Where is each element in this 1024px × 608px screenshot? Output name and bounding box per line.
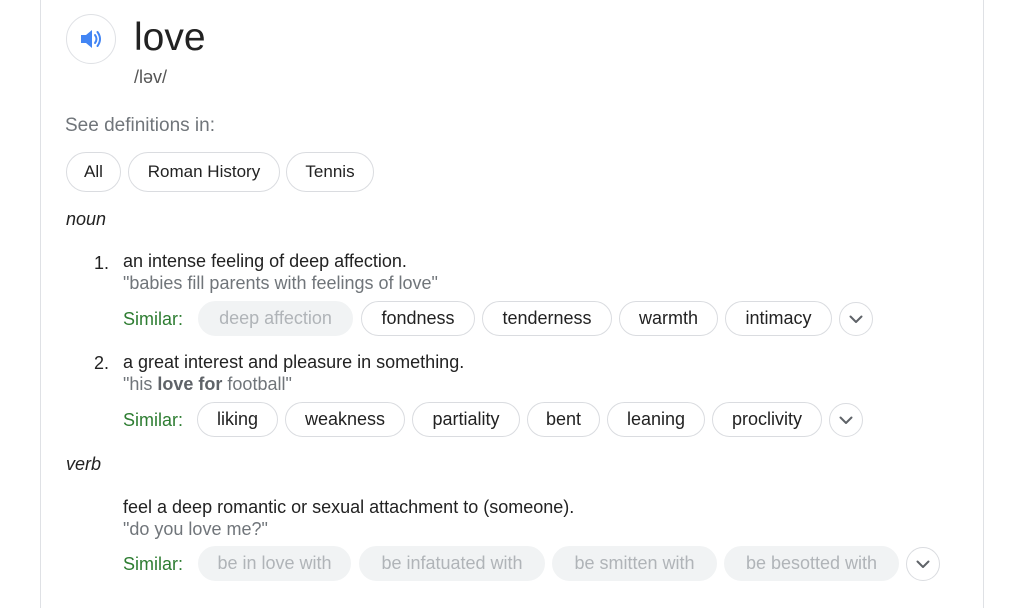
- definition-text: feel a deep romantic or sexual attachmen…: [123, 497, 575, 517]
- synonym-chip[interactable]: be infatuated with: [359, 546, 545, 581]
- synonym-chip[interactable]: fondness: [361, 301, 475, 336]
- definition-filter-chip-all[interactable]: All: [66, 152, 121, 192]
- expand-synonyms-button[interactable]: [906, 547, 940, 581]
- synonym-chip[interactable]: be smitten with: [552, 546, 717, 581]
- synonym-chip[interactable]: be besotted with: [724, 546, 899, 581]
- similar-label: Similar:: [123, 410, 184, 430]
- similar-label: Similar:: [123, 554, 184, 574]
- example-text: "his: [123, 374, 158, 394]
- example-sentence: "babies fill parents with feelings of lo…: [123, 273, 438, 293]
- example-sentence: "do you love me?": [123, 519, 268, 539]
- expand-synonyms-button[interactable]: [839, 302, 873, 336]
- synonym-chip[interactable]: warmth: [619, 301, 718, 336]
- definition-text: an intense feeling of deep affection.: [123, 251, 407, 271]
- synonym-chip[interactable]: leaning: [607, 402, 705, 437]
- phonetic-spelling: /ləv/: [134, 67, 168, 87]
- synonym-chip[interactable]: tenderness: [482, 301, 612, 336]
- chevron-down-icon: [849, 315, 863, 323]
- synonym-chip[interactable]: partiality: [412, 402, 520, 437]
- example-sentence: "his love for football": [123, 373, 292, 395]
- synonym-chip[interactable]: deep affection: [198, 301, 353, 336]
- chevron-down-icon: [839, 416, 853, 424]
- chevron-down-icon: [916, 560, 930, 568]
- definition-text: a great interest and pleasure in somethi…: [123, 352, 465, 372]
- pronunciation-speaker-button[interactable]: [66, 14, 116, 64]
- similar-label: Similar:: [123, 309, 184, 329]
- sense-number: 1.: [94, 253, 110, 273]
- see-definitions-label: See definitions in:: [65, 115, 215, 136]
- synonym-chip[interactable]: weakness: [285, 402, 405, 437]
- headword: love: [134, 16, 206, 59]
- sense-number: 2.: [94, 353, 110, 373]
- part-of-speech-verb: verb: [66, 454, 102, 474]
- synonym-chip[interactable]: intimacy: [725, 301, 832, 336]
- example-text: football": [222, 374, 292, 394]
- definition-filter-chip-tennis[interactable]: Tennis: [286, 152, 374, 192]
- synonym-chip[interactable]: liking: [197, 402, 278, 437]
- synonym-chip[interactable]: proclivity: [712, 402, 822, 437]
- expand-synonyms-button[interactable]: [829, 403, 863, 437]
- synonym-chip[interactable]: bent: [527, 402, 600, 437]
- volume-up-icon: [81, 30, 101, 48]
- synonym-chip[interactable]: be in love with: [198, 546, 351, 581]
- example-highlight: love for: [157, 374, 223, 394]
- definition-filter-chip-roman-history[interactable]: Roman History: [128, 152, 280, 192]
- part-of-speech-noun: noun: [66, 209, 107, 229]
